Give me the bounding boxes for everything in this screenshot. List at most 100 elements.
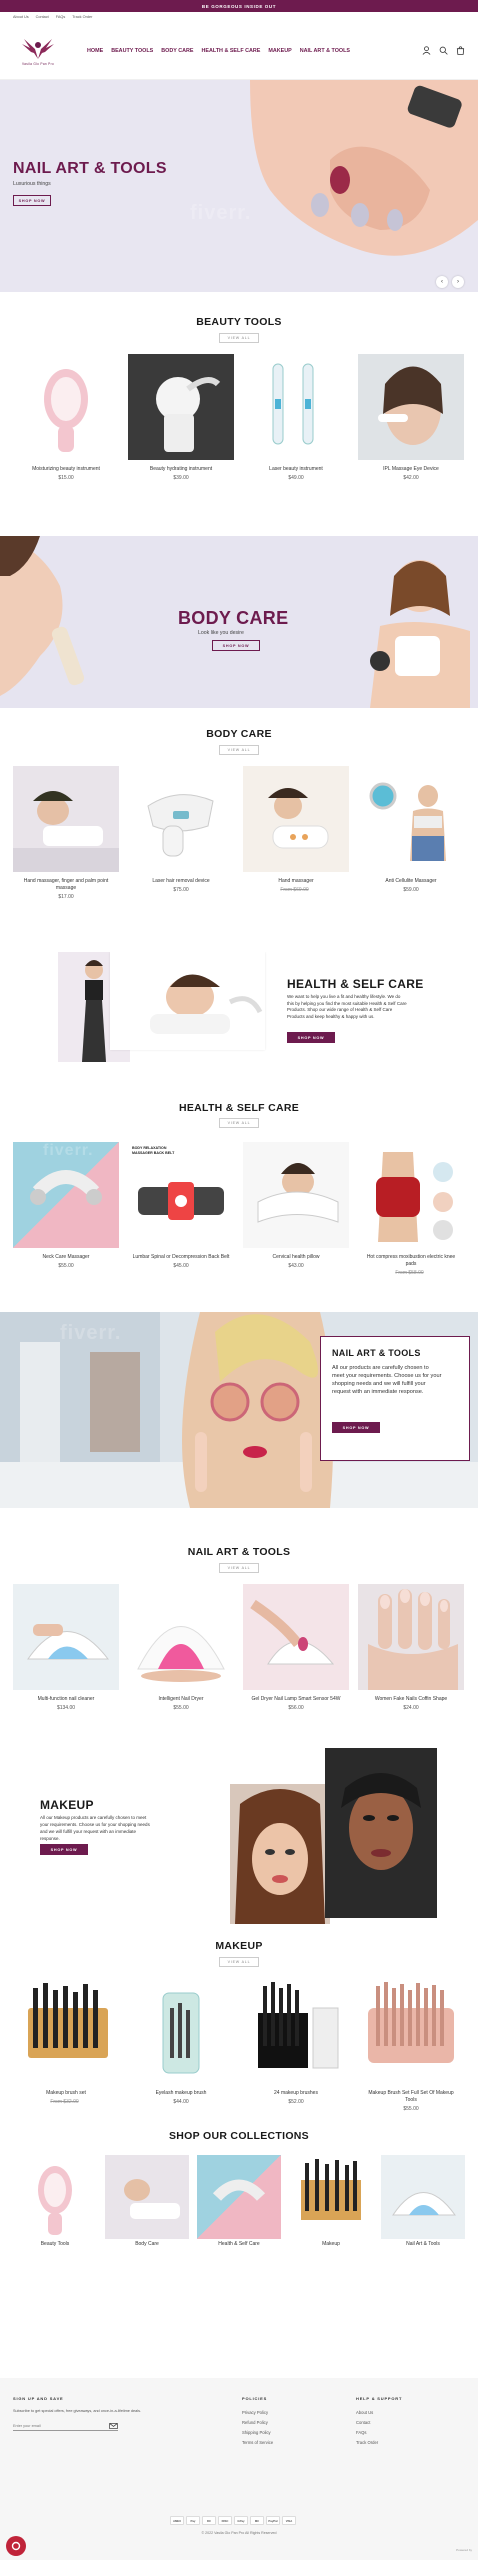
health-banner-shop-now-button[interactable]: SHOP NOW: [287, 1032, 335, 1043]
footer-link[interactable]: Terms of Service: [242, 2438, 273, 2448]
product-price-old: From $58.00: [395, 1270, 424, 1276]
product-price: $24.00: [403, 1705, 419, 1711]
product-image: [358, 1142, 464, 1248]
prev-slide-icon[interactable]: ‹: [436, 276, 448, 288]
beauty-view-all-button[interactable]: VIEW ALL: [219, 333, 259, 343]
footer-link[interactable]: Privacy Policy: [242, 2408, 273, 2418]
product-card[interactable]: Eyelash makeup brush $44.00: [128, 1978, 234, 2105]
product-price: $45.00: [173, 1263, 189, 1269]
footer-link[interactable]: Contact: [356, 2418, 402, 2428]
body-care-banner: BODY CARE Look like you desire SHOP NOW: [0, 536, 478, 708]
product-card[interactable]: Makeup Brush Set Full Set Of Makeup Tool…: [358, 1978, 464, 2112]
footer-link[interactable]: Refund Policy: [242, 2418, 273, 2428]
product-card[interactable]: Hand massager From $69.00: [243, 766, 349, 893]
product-card[interactable]: Cervical health pillow $43.00: [243, 1142, 349, 1269]
product-card[interactable]: Women Fake Nails Coffin Shape $24.00: [358, 1584, 464, 1711]
product-card[interactable]: 24 makeup brushes $52.00: [243, 1978, 349, 2105]
nav-body-care[interactable]: BODY CARE: [161, 48, 193, 54]
health-banner-image-2: [110, 952, 265, 1050]
product-title: Makeup brush set: [46, 2090, 86, 2096]
body-banner-shop-now-button[interactable]: SHOP NOW: [212, 640, 260, 651]
product-price: $43.00: [288, 1263, 304, 1269]
product-card[interactable]: Intelligent Nail Dryer $55.00: [128, 1584, 234, 1711]
nav-home[interactable]: HOME: [87, 48, 103, 54]
product-title: Beauty hydrating instrument: [149, 466, 213, 472]
account-icon[interactable]: [422, 46, 431, 55]
product-price: $44.00: [173, 2099, 189, 2105]
product-card[interactable]: IPL Massage Eye Device $42.00: [358, 354, 464, 481]
product-card[interactable]: Multi-function nail cleaner $134.00: [13, 1584, 119, 1711]
product-card[interactable]: BODY RELAXATION MASSAGER BACK BELT Lumba…: [128, 1142, 234, 1269]
envelope-icon[interactable]: [109, 2423, 118, 2429]
collection-label: Makeup: [322, 2241, 340, 2247]
next-slide-icon[interactable]: ›: [452, 276, 464, 288]
hero-subtitle: Luxurious things: [13, 181, 51, 187]
product-card[interactable]: Hot compress moxibustion electric knee p…: [358, 1142, 464, 1276]
site-logo[interactable]: Vasila Glo Pan Pro: [13, 35, 63, 66]
product-card[interactable]: Hand massager, finger and palm point mas…: [13, 766, 119, 900]
health-view-all-button[interactable]: VIEW ALL: [219, 1118, 259, 1128]
makeup-banner-shop-now-button[interactable]: SHOP NOW: [40, 1844, 88, 1855]
product-title: Laser beauty instrument: [269, 466, 323, 472]
product-title: 24 makeup brushes: [274, 2090, 318, 2096]
footer-link[interactable]: Track Order: [356, 2438, 402, 2448]
site-footer: SIGN UP AND SAVE Subscribe to get specia…: [0, 2378, 478, 2560]
product-title: Intelligent Nail Dryer: [158, 1696, 204, 1702]
product-card[interactable]: Anti Cellulite Massager $59.00: [358, 766, 464, 893]
google-pay-icon: GPay: [234, 2516, 248, 2525]
body-view-all-button[interactable]: VIEW ALL: [219, 745, 259, 755]
footer-link[interactable]: Shipping Policy: [242, 2428, 273, 2438]
footer-email-field[interactable]: Enter your email: [13, 2422, 118, 2431]
nav-beauty-tools[interactable]: BEAUTY TOOLS: [111, 48, 153, 54]
product-image: [128, 766, 234, 872]
product-card[interactable]: Laser beauty instrument $49.00: [243, 354, 349, 481]
product-card[interactable]: Laser hair removal device $75.00: [128, 766, 234, 893]
collection-card[interactable]: Health & Self Care: [197, 2155, 281, 2248]
nav-nail-art[interactable]: NAIL ART & TOOLS: [300, 48, 350, 54]
powered-by-label: Powered by: [456, 2548, 472, 2552]
collection-card[interactable]: Body Care: [105, 2155, 189, 2248]
footer-link[interactable]: About Us: [356, 2408, 402, 2418]
footer-help: HELP & SUPPORT About Us Contact FAQs Tra…: [356, 2394, 402, 2448]
nail-banner-shop-now-button[interactable]: SHOP NOW: [332, 1422, 380, 1433]
makeup-view-all-button[interactable]: VIEW ALL: [219, 1957, 259, 1967]
util-link-about[interactable]: About Us: [13, 15, 29, 19]
beauty-tools-title: BEAUTY TOOLS: [196, 316, 282, 328]
collection-card[interactable]: Makeup: [289, 2155, 373, 2248]
nav-makeup[interactable]: MAKEUP: [268, 48, 291, 54]
product-title: Moisturizing beauty instrument: [32, 466, 100, 472]
hero-shop-now-button[interactable]: SHOP NOW: [13, 195, 51, 206]
product-title: Laser hair removal device: [152, 878, 210, 884]
util-link-contact[interactable]: Contact: [36, 15, 49, 19]
footer-link[interactable]: FAQs: [356, 2428, 402, 2438]
makeup-banner-text: All our Makeup products are carefully ch…: [40, 1815, 150, 1841]
product-image: fiverr.: [13, 1142, 119, 1248]
product-image: [128, 354, 234, 460]
footer-help-title: HELP & SUPPORT: [356, 2396, 403, 2401]
footer-signup-title: SIGN UP AND SAVE: [13, 2396, 64, 2401]
nav-health-self-care[interactable]: HEALTH & SELF CARE: [201, 48, 260, 54]
product-price: $42.00: [403, 475, 419, 481]
collection-card[interactable]: Beauty Tools: [13, 2155, 97, 2248]
discover-icon: DISC: [218, 2516, 232, 2525]
makeup-banner-title: MAKEUP: [40, 1798, 94, 1812]
product-card[interactable]: Makeup brush set From $32.00: [13, 1978, 119, 2105]
collection-image: [197, 2155, 281, 2239]
product-card[interactable]: fiverr. Neck Care Massager $55.00: [13, 1142, 119, 1269]
product-image: [128, 1978, 234, 2084]
product-card[interactable]: Moisturizing beauty instrument $15.00: [13, 354, 119, 481]
chat-button[interactable]: [6, 2536, 26, 2556]
collection-label: Body Care: [135, 2241, 159, 2247]
util-link-track[interactable]: Track Order: [72, 15, 92, 19]
search-icon[interactable]: [439, 46, 448, 55]
body-care-title: BODY CARE: [206, 728, 272, 740]
product-price: $55.00: [173, 1705, 189, 1711]
util-link-faqs[interactable]: FAQs: [56, 15, 66, 19]
body-care-section: BODY CARE VIEW ALL Hand massager, finger…: [0, 708, 478, 952]
collection-card[interactable]: Nail Art & Tools: [381, 2155, 465, 2248]
nail-view-all-button[interactable]: VIEW ALL: [219, 1563, 259, 1573]
product-card[interactable]: Beauty hydrating instrument $39.00: [128, 354, 234, 481]
product-card[interactable]: Gel Dryer Nail Lamp Smart Sensor 54W $56…: [243, 1584, 349, 1711]
collection-label: Beauty Tools: [40, 2241, 70, 2247]
cart-icon[interactable]: [456, 46, 465, 55]
